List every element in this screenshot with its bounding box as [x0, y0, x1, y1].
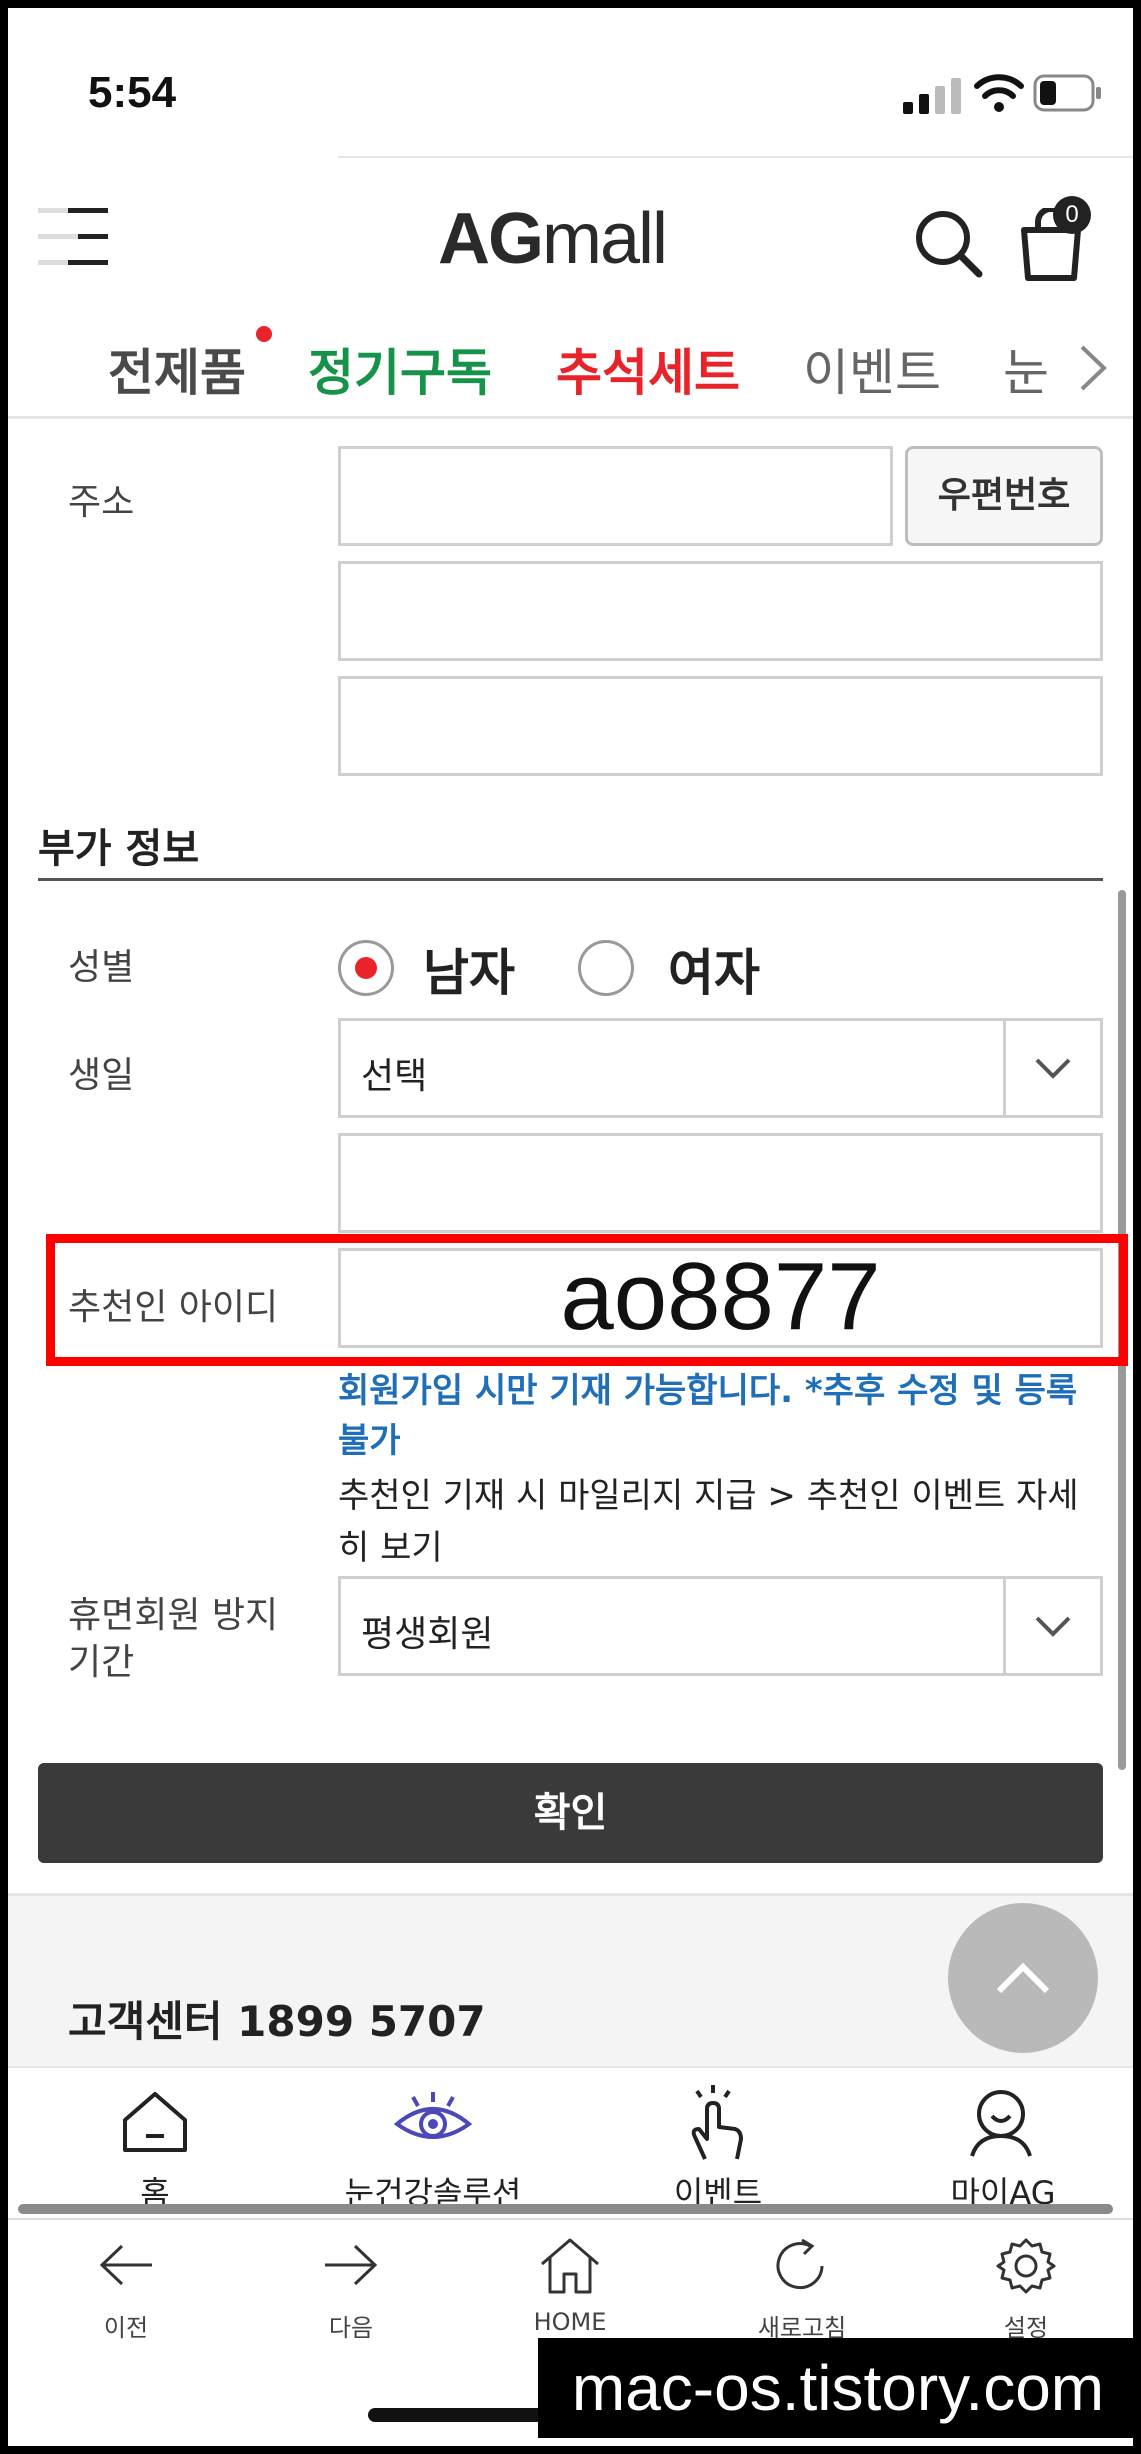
birthday-label: 생일: [68, 1055, 135, 1096]
menu-icon[interactable]: [38, 204, 118, 270]
extra-info-title: 부가 정보: [38, 826, 200, 872]
confirm-button[interactable]: 확인: [38, 1763, 1103, 1863]
chevron-down-icon: [1035, 1616, 1071, 1637]
dormant-select-value: 평생회원: [361, 1614, 494, 1655]
wifi-icon: [974, 74, 1024, 112]
logo-mall-text: mall: [542, 199, 668, 279]
browser-home[interactable]: HOME: [510, 2308, 630, 2336]
zipcode-button[interactable]: 우편번호: [905, 446, 1103, 546]
zipcode-field[interactable]: [338, 446, 893, 546]
arrow-left-icon[interactable]: [96, 2240, 156, 2290]
scroll-top-button[interactable]: [948, 1903, 1098, 2053]
birthday-select[interactable]: 선택: [338, 1018, 1103, 1118]
dormant-label-2: 기간: [68, 1642, 135, 1683]
category-subscription[interactable]: 정기구독: [308, 333, 492, 405]
category-event[interactable]: 이벤트: [803, 333, 941, 405]
gender-label: 성별: [68, 947, 135, 988]
hand-tap-icon[interactable]: [681, 2083, 751, 2163]
user-icon[interactable]: [966, 2088, 1036, 2158]
watermark: mac-os.tistory.com: [538, 2338, 1133, 2438]
highlight-box: [46, 1234, 1128, 1366]
brand-logo[interactable]: AGmall: [438, 198, 668, 280]
address-field-1[interactable]: [338, 561, 1103, 661]
search-icon[interactable]: [913, 208, 985, 280]
home-icon[interactable]: [120, 2090, 190, 2154]
logo-ag-text: AG: [438, 199, 544, 279]
chevron-down-icon: [1035, 1058, 1071, 1079]
gender-female-label[interactable]: 여자: [668, 933, 760, 1005]
dormant-label-1: 휴면회원 방지: [68, 1595, 279, 1636]
house-icon[interactable]: [538, 2236, 602, 2296]
gear-icon[interactable]: [996, 2236, 1056, 2296]
footer-divider: [8, 1893, 1133, 1896]
birthday-select-value: 선택: [361, 1056, 428, 1097]
gender-male-radio[interactable]: [338, 940, 394, 996]
dormant-period-select[interactable]: 평생회원: [338, 1576, 1103, 1676]
new-dot-badge: [256, 326, 272, 342]
horizontal-scrollbar[interactable]: [18, 2204, 1113, 2214]
section-divider: [38, 878, 1103, 881]
gender-male-label[interactable]: 남자: [423, 933, 515, 1005]
category-chuseok-set[interactable]: 추석세트: [556, 333, 740, 405]
dormant-select-arrow[interactable]: [1003, 1579, 1100, 1673]
cellular-signal-icon: [903, 78, 961, 114]
refresh-icon[interactable]: [770, 2236, 834, 2296]
chevron-right-icon[interactable]: [1076, 343, 1110, 393]
arrow-right-icon[interactable]: [321, 2240, 381, 2290]
referrer-event-link-2[interactable]: 히 보기: [338, 1520, 443, 1569]
header-divider: [338, 156, 1133, 158]
birthday-select-arrow[interactable]: [1003, 1021, 1100, 1115]
eye-icon[interactable]: [393, 2088, 473, 2148]
birthday-extra-field[interactable]: [338, 1133, 1103, 1233]
gender-female-radio[interactable]: [578, 940, 634, 996]
status-time: 5:54: [88, 68, 177, 117]
category-divider: [8, 416, 1133, 419]
cart-count-badge: 0: [1053, 196, 1091, 234]
browser-forward[interactable]: 다음: [301, 2308, 401, 2343]
battery-icon: [1033, 74, 1101, 112]
category-all[interactable]: 전제품: [108, 333, 246, 405]
referrer-notice-line1: 회원가입 시만 기재 가능합니다. *추후 수정 및 등록: [338, 1371, 1078, 1411]
referrer-event-link[interactable]: 추천인 기재 시 마일리지 지급 > 추천인 이벤트 자세: [338, 1468, 1118, 1517]
customer-center[interactable]: 고객센터 1899 5707: [68, 1988, 486, 2049]
chevron-up-icon: [996, 1962, 1050, 1994]
phone-screen: 5:54 AGmall 0 전제품 정기구독 추석세트 이벤트 눈 주소 우편번…: [8, 8, 1133, 2446]
category-eye[interactable]: 눈: [1003, 333, 1058, 405]
browser-back[interactable]: 이전: [76, 2308, 176, 2343]
referrer-notice-line2: 불가: [338, 1421, 401, 1461]
address-field-2[interactable]: [338, 676, 1103, 776]
address-label: 주소: [68, 482, 135, 523]
